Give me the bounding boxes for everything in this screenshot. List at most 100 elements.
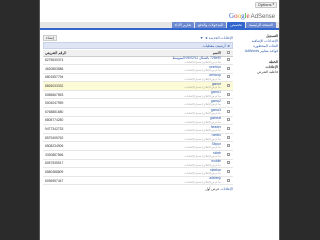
options-menu[interactable]: Options ▾ xyxy=(254,1,277,8)
row-checkbox[interactable] xyxy=(226,152,230,156)
ad-name-cell: gamo3 بدأ عرض الإعلان | تعديل الإعدادات xyxy=(87,107,223,117)
ad-id-cell: 6808774280 xyxy=(43,116,87,126)
row-checkbox[interactable] xyxy=(226,92,230,96)
row-checkbox[interactable] xyxy=(226,127,230,131)
table-toolbar: ◄ أرشيف معطيات xyxy=(43,42,233,49)
tab-customize[interactable]: تخصيص xyxy=(227,22,245,28)
ad-actions-text[interactable]: بدأ عرض الإعلان | تعديل الإعدادات xyxy=(89,138,221,141)
ad-id-cell: 8579405762 xyxy=(43,133,87,143)
sidebar-heading: التسجيل xyxy=(265,34,278,38)
ad-actions-text[interactable]: بدأ عرض الإعلان | تعديل الإعدادات xyxy=(89,129,221,132)
table-row[interactable]: gameat بدأ عرض الإعلان | تعديل الإعدادات 6… xyxy=(43,116,233,126)
row-select-cell xyxy=(223,90,233,100)
row-checkbox[interactable] xyxy=(226,75,230,79)
table-footer: الإعلانات عرض أول xyxy=(43,187,233,191)
ad-actions-text[interactable]: بدأ عرض الإعلان | تعديل الإعدادات xyxy=(89,121,221,124)
tab-reports[interactable]: تقارير الأداء xyxy=(171,22,195,28)
main-area: التسجيل الإعدادات الإضافية الفئات المحظو… xyxy=(40,31,279,240)
row-checkbox[interactable] xyxy=(226,170,230,174)
logo-letter: e xyxy=(246,11,250,20)
ad-actions-text[interactable]: بدأ عرض الإعلان | تعديل الإعدادات xyxy=(89,78,221,81)
table-row[interactable]: gamet بدأ عرض الإعلان | تعديل الإعدادات 88… xyxy=(43,81,233,91)
table-row[interactable]: Sbpox بدأ عرض الإعلان | تعديل الإعدادات 65… xyxy=(43,141,233,152)
tab-earnings[interactable]: المدخولات والدفع xyxy=(195,22,227,28)
table-row[interactable]: gamo2 بدأ عرض الإعلان | تعديل الإعدادات 50… xyxy=(43,98,233,109)
ad-id-cell: 6508234906 xyxy=(43,141,87,152)
ad-actions-text[interactable]: بدأ عرض الإعلان | تعديل الإعدادات xyxy=(89,61,221,64)
browser-window: Options ▾ GoogleAdSense الصفحة الرئيسية … xyxy=(39,0,280,240)
ad-name-cell: gameat بدأ عرض الإعلان | تعديل الإعدادات xyxy=(87,116,223,126)
ad-name-cell: arrincop بدأ عرض الإعلان | تعديل الإعدادا… xyxy=(87,73,223,83)
table-row[interactable]: adsbmp بدأ عرض الإعلان | تعديل الإعدادات 6… xyxy=(43,176,233,186)
ad-actions-text[interactable]: بدأ عرض الإعلان | تعديل الإعدادات xyxy=(89,112,221,115)
ad-actions-text[interactable]: بدأ عرض الإعلان | تعديل الإعدادات xyxy=(89,155,221,158)
ad-id-cell: 5004047959 xyxy=(43,98,87,109)
ad-name-cell: sideb بدأ عرض الإعلان | تعديل الإعدادات xyxy=(87,150,223,160)
table-row[interactable]: arrincop بدأ عرض الإعلان | تعديل الإعدادا… xyxy=(43,73,233,83)
logo-product-name: AdSense xyxy=(250,13,275,20)
content-panel: الإعلانات الجديدة ◄ ▼ إنشاء ◄ أرشيف معطي… xyxy=(40,31,237,240)
ad-id-cell: 9477342733 xyxy=(43,124,87,134)
ad-id-cell: 6801557794 xyxy=(43,73,87,83)
sidebar-item-ads[interactable]: الإعلانات xyxy=(239,65,278,69)
row-select-cell xyxy=(223,98,233,109)
ad-name-cell: gamo1 بدأ عرض الإعلان | تعديل الإعدادات xyxy=(87,90,223,100)
sidebar-item-adwords-rules[interactable]: قواعد معايير AdWords xyxy=(239,49,278,54)
select-all-checkbox[interactable] xyxy=(226,50,230,54)
row-select-cell xyxy=(223,56,233,66)
ad-name-cell: gamo2 بدأ عرض الإعلان | تعديل الإعدادات xyxy=(87,98,223,109)
table-row[interactable]: gamo3 بدأ عرض الإعلان | تعديل الإعدادات 67… xyxy=(43,107,233,117)
row-checkbox[interactable] xyxy=(226,101,230,105)
table-row[interactable]: sideb بدأ عرض الإعلان | تعديل الإعدادات 33… xyxy=(43,150,233,160)
row-checkbox[interactable] xyxy=(226,66,230,70)
archive-button[interactable]: ◄ أرشيف معطيات xyxy=(202,44,230,48)
header: GoogleAdSense xyxy=(40,9,279,22)
ad-actions-text[interactable]: بدأ عرض الإعلان | تعديل الإعدادات xyxy=(89,69,221,72)
ad-name-cell: header بدأ عرض الإعلان | تعديل الإعدادات xyxy=(87,124,223,134)
row-checkbox[interactable] xyxy=(226,135,230,139)
row-checkbox[interactable] xyxy=(226,58,230,62)
ad-id-cell: 8826033332 xyxy=(43,81,87,91)
ad-actions-text[interactable]: بدأ عرض الإعلان | تعديل الإعدادات xyxy=(89,146,221,149)
ad-name-cell: rambo بدأ عرض الإعلان | تعديل الإعدادات xyxy=(87,133,223,143)
table-row[interactable]: header بدأ عرض الإعلان | تعديل الإعدادات 9… xyxy=(43,124,233,134)
tab-home[interactable]: الصفحة الرئيسية xyxy=(245,22,276,28)
adsense-logo[interactable]: GoogleAdSense xyxy=(229,12,275,20)
ad-name-cell: sidebar بدأ عرض الإعلان | تعديل الإعدادات xyxy=(87,167,223,177)
table-row[interactable]: sidebar بدأ عرض الإعلان | تعديل الإعدادات… xyxy=(43,167,233,177)
ad-actions-text[interactable]: بدأ عرض الإعلان | تعديل الإعدادات xyxy=(89,172,221,175)
row-select-cell xyxy=(223,64,233,74)
row-checkbox[interactable] xyxy=(226,161,230,165)
row-checkbox[interactable] xyxy=(226,84,230,88)
sidebar-item-plan[interactable]: الخطة xyxy=(239,60,278,64)
sidebar-item-exposure[interactable]: فاعلية التعرض xyxy=(239,70,278,75)
footer-link[interactable]: الإعلانات xyxy=(221,187,233,191)
table-row[interactable]: rambo بدأ عرض الإعلان | تعديل الإعدادات 85… xyxy=(43,133,233,143)
ad-actions-text[interactable]: بدأ عرض الإعلان | تعديل الإعدادات xyxy=(89,164,221,167)
ad-id-cell: 8275630374 xyxy=(43,56,87,66)
create-button[interactable]: إنشاء xyxy=(43,34,57,41)
ad-actions-text[interactable]: بدأ عرض الإعلان | تعديل الإعدادات xyxy=(89,181,221,184)
table-row[interactable]: 728x90 بالشكل 09/02/11 المتوسط بدأ عرض ال… xyxy=(43,56,233,66)
ad-actions-text[interactable]: بدأ عرض الإعلان | تعديل الإعدادات xyxy=(89,86,221,89)
new-ads-link[interactable]: الإعلانات الجديدة ◄ ▼ xyxy=(200,36,233,40)
row-select-cell xyxy=(223,176,233,186)
table-row[interactable]: mobile بدأ عرض الإعلان | تعديل الإعدادات 8… xyxy=(43,159,233,169)
ad-id-cell: 4620853586 xyxy=(43,64,87,74)
options-label: Options xyxy=(257,2,272,7)
ad-name-cell: gamet بدأ عرض الإعلان | تعديل الإعدادات xyxy=(87,81,223,91)
ad-name-cell: 728x90 بالشكل 09/02/11 المتوسط بدأ عرض ال… xyxy=(87,56,223,66)
footer-label: عرض أول xyxy=(205,187,220,192)
row-checkbox[interactable] xyxy=(226,178,230,182)
top-bar: Options ▾ xyxy=(40,0,279,9)
row-select-cell xyxy=(223,159,233,169)
ad-id-cell: 8057535517 xyxy=(43,159,87,169)
ad-actions-text[interactable]: بدأ عرض الإعلان | تعديل الإعدادات xyxy=(89,103,221,106)
row-checkbox[interactable] xyxy=(226,118,230,122)
row-checkbox[interactable] xyxy=(226,109,230,113)
row-checkbox[interactable] xyxy=(226,144,230,148)
table-row[interactable]: gamo1 بدأ عرض الإعلان | تعديل الإعدادات 60… xyxy=(43,90,233,100)
ad-actions-text[interactable]: بدأ عرض الإعلان | تعديل الإعدادات xyxy=(89,95,221,98)
row-select-cell xyxy=(223,107,233,117)
table-row[interactable]: seerbox بدأ عرض الإعلان | تعديل الإعدادات… xyxy=(43,64,233,74)
